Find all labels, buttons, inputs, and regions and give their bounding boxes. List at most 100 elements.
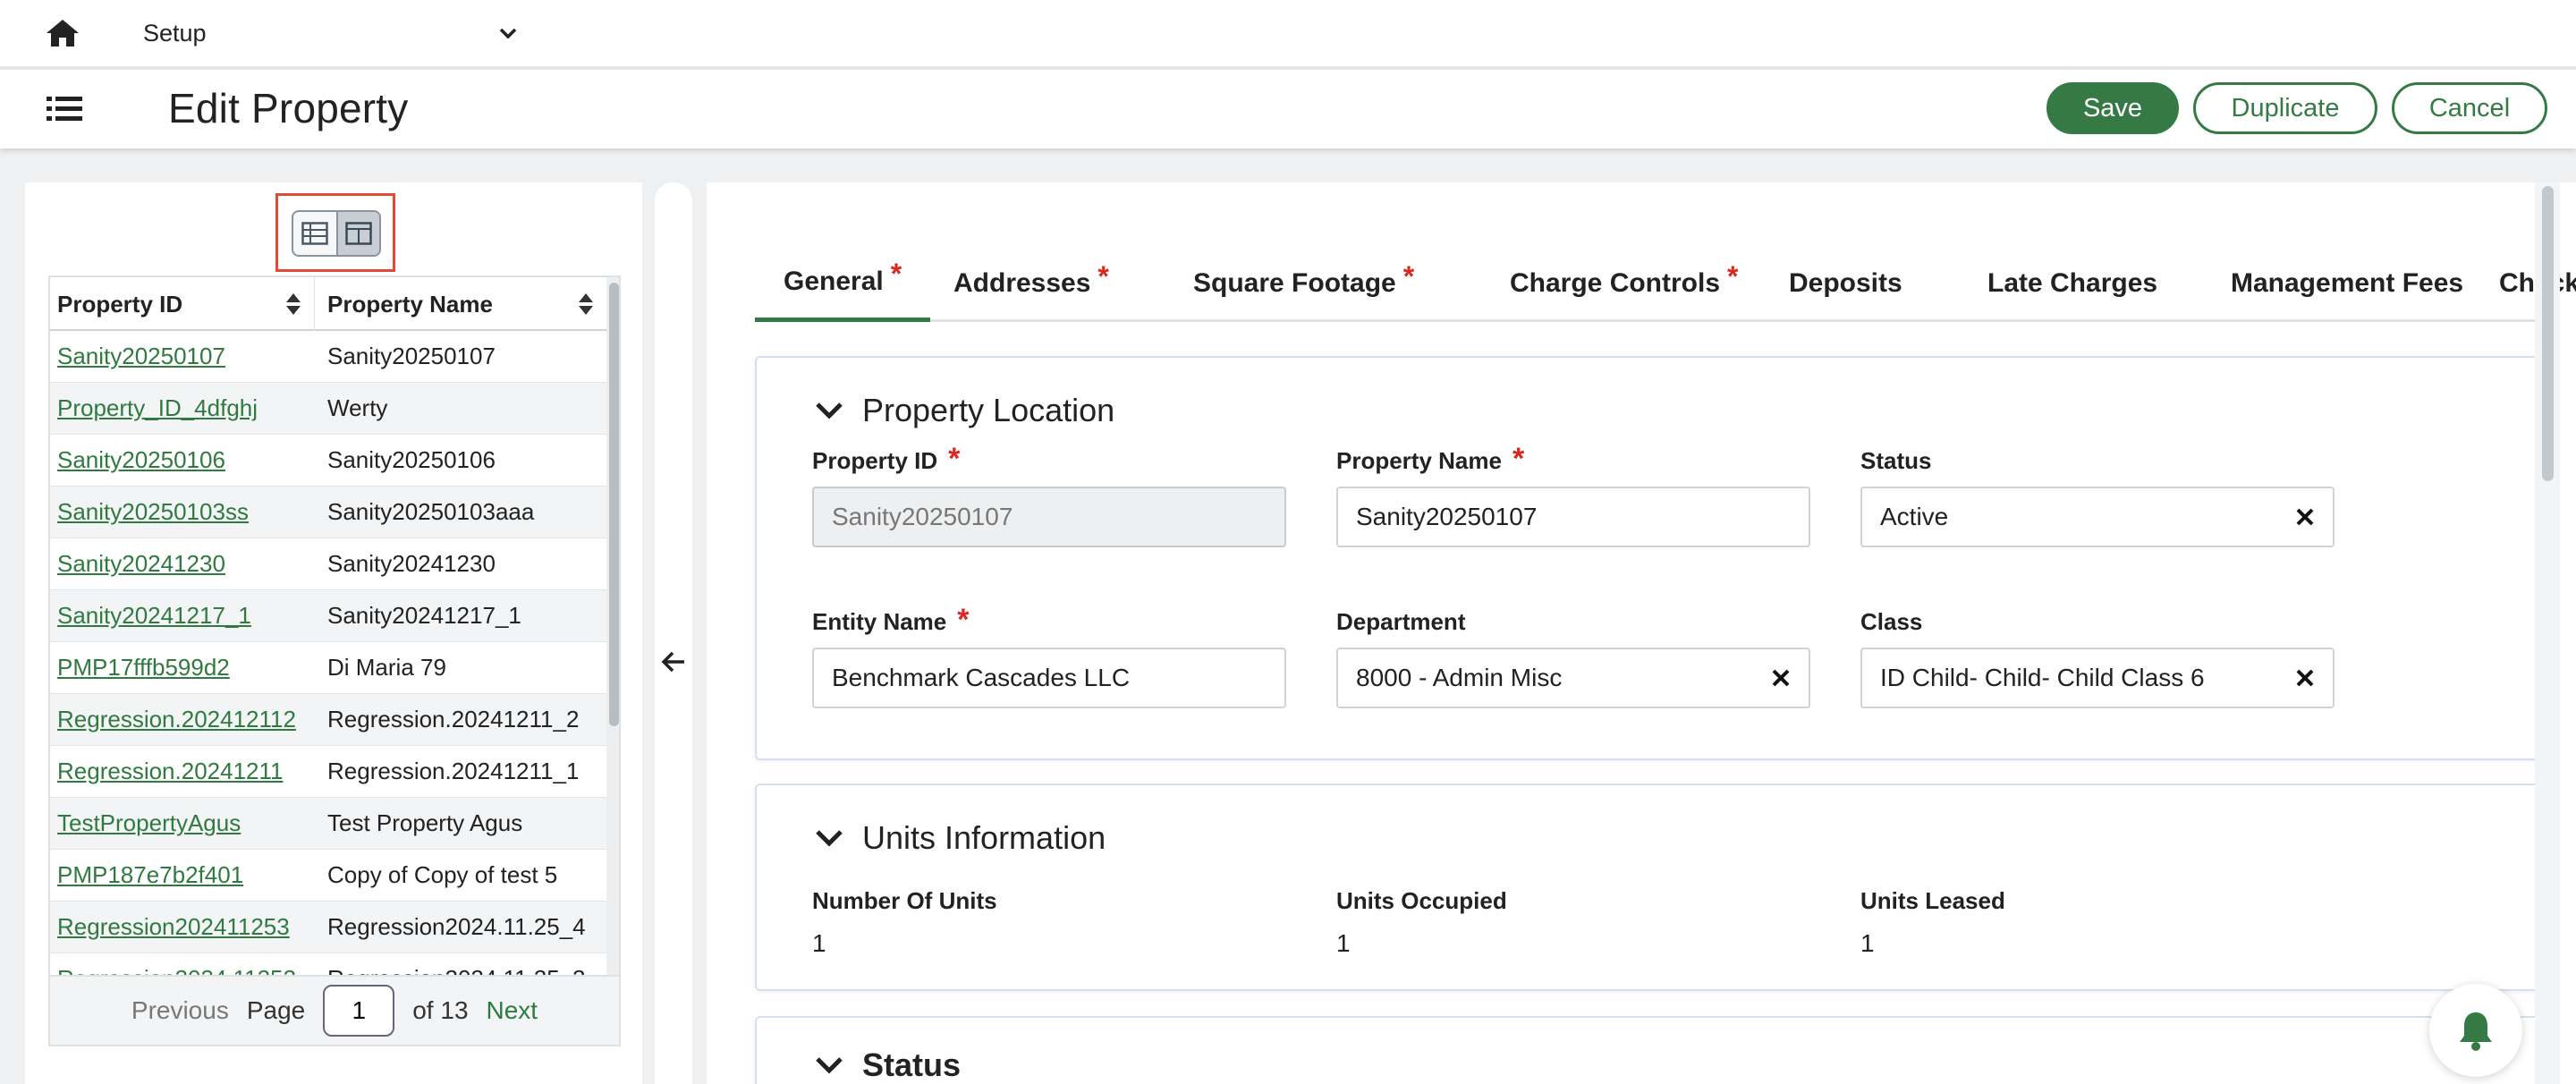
pagination: Previous Page of 13 Next [48, 977, 621, 1046]
table-row[interactable]: Regression.202412112 Regression.20241211_… [50, 694, 606, 746]
detail-scrollbar[interactable] [2535, 182, 2560, 1084]
table-row[interactable]: Regression2024.11252Regression2024.11.25… [50, 953, 606, 975]
table-row[interactable]: Sanity20241230 Sanity20241230 [50, 538, 606, 590]
section-title: Property Location [862, 392, 1115, 428]
detail-scrollbar-thumb[interactable] [2542, 186, 2554, 481]
property-name-cell: Sanity20250106 [327, 446, 496, 473]
property-name-cell: Sanity20241217_1 [327, 602, 521, 629]
top-bar: Setup [0, 0, 2576, 68]
property-id-link[interactable]: Sanity20241217_1 [50, 602, 315, 630]
tab-checklist[interactable]: Checklist [2470, 245, 2576, 322]
column-header-property-id[interactable]: Property ID [50, 277, 315, 331]
view-toggle-highlight [275, 193, 395, 272]
arrow-left-icon[interactable] [661, 649, 686, 674]
table-row[interactable]: Regression.20241211 Regression.20241211_1 [50, 746, 606, 798]
property-name-cell: Werty [327, 394, 388, 421]
table-row[interactable]: PMP187e7b2f401 Copy of Copy of test 5 [50, 850, 606, 902]
property-id-link[interactable]: Regression.20241211 [50, 758, 315, 785]
property-name-cell: Regression.20241211_2 [327, 706, 580, 733]
clear-icon[interactable] [2295, 507, 2315, 527]
status-section: Status [755, 1016, 2544, 1084]
table-row[interactable]: Property_ID_4dfghj Werty [50, 383, 606, 435]
clear-icon[interactable] [1771, 668, 1791, 688]
table-row[interactable]: Regression202411253 Regression2024.11.25_… [50, 902, 606, 953]
table-view-button[interactable] [293, 212, 336, 255]
property-name-cell: Regression2024.11.25_4 [327, 913, 586, 940]
table-row[interactable]: Sanity20250103ss Sanity20250103aaa [50, 487, 606, 538]
class-select[interactable]: ID Child- Child- Child Class 6 [1860, 648, 2334, 708]
table-row[interactable]: TestPropertyAgus Test Property Agus [50, 798, 606, 850]
section-title: Status [862, 1046, 962, 1083]
tab-deposits[interactable]: Deposits [1760, 245, 1931, 322]
tab-management-fees[interactable]: Management Fees [2202, 245, 2492, 322]
property-id-link[interactable]: Regression.202412112 [50, 706, 315, 733]
save-button[interactable]: Save [2046, 82, 2179, 134]
property-list-panel: Property ID Property Name Sanity20250107… [25, 182, 642, 1084]
property-location-toggle[interactable]: Property Location [814, 392, 1114, 429]
department-select[interactable]: 8000 - Admin Misc [1336, 648, 1810, 708]
property-name-cell: Di Maria 79 [327, 654, 446, 681]
column-header-property-name[interactable]: Property Name [315, 277, 606, 331]
department-field: Department 8000 - Admin Misc [1336, 608, 1810, 708]
class-field: Class ID Child- Child- Child Class 6 [1860, 608, 2334, 708]
grid-scrollbar[interactable] [606, 277, 619, 975]
tab-general[interactable]: General * [755, 245, 931, 322]
entity-name-field: Entity Name * Benchmark Cascades LLC [812, 603, 1286, 708]
property-name-cell: Test Property Agus [327, 809, 523, 836]
clear-icon[interactable] [2295, 668, 2315, 688]
property-id-link[interactable]: TestPropertyAgus [50, 809, 315, 837]
property-id-link[interactable]: Sanity20241230 [50, 550, 315, 578]
property-id-link[interactable]: Regression202411253 [50, 913, 315, 941]
property-id-link[interactable]: PMP17fffb599d2 [50, 654, 315, 682]
page-label: Page [246, 996, 306, 1024]
grid-body: Sanity20250107 Sanity20250107 Property_ID… [50, 331, 606, 975]
units-information-section: Units Information Number Of Units 1 Unit… [755, 783, 2544, 991]
tab-addresses[interactable]: Addresses * [925, 245, 1138, 322]
duplicate-button[interactable]: Duplicate [2193, 82, 2377, 134]
property-id-link[interactable]: Sanity20250103ss [50, 498, 315, 526]
property-name-input[interactable]: Sanity20250107 [1336, 487, 1810, 547]
module-select[interactable]: Setup [143, 13, 519, 54]
property-location-section: Property Location Property ID * Sanity202… [755, 356, 2544, 760]
split-view-button[interactable] [335, 212, 379, 255]
table-view-icon [301, 222, 328, 245]
page-number-input[interactable] [323, 985, 395, 1037]
number-of-units: Number Of Units 1 [812, 887, 997, 957]
section-title: Units Information [862, 819, 1106, 856]
notifications-button[interactable] [2429, 984, 2522, 1077]
property-name-cell: Regression.20241211_1 [327, 758, 580, 784]
property-id-link[interactable]: Property_ID_4dfghj [50, 394, 315, 422]
view-toggle [292, 210, 381, 257]
home-icon[interactable] [45, 18, 80, 48]
module-select-value: Setup [143, 19, 207, 47]
property-id-link[interactable]: PMP187e7b2f401 [50, 861, 315, 889]
tab-charge-controls[interactable]: Charge Controls * [1481, 245, 1767, 322]
list-icon[interactable] [47, 93, 82, 125]
grid-scrollbar-thumb[interactable] [609, 283, 619, 726]
property-id-link[interactable]: Regression2024.11252 [50, 965, 315, 975]
tab-square-footage[interactable]: Square Footage * [1165, 245, 1443, 322]
units-occupied: Units Occupied 1 [1336, 887, 1507, 957]
property-id-link[interactable]: Sanity20250107 [50, 343, 315, 370]
property-id-link[interactable]: Sanity20250106 [50, 446, 315, 474]
entity-name-input[interactable]: Benchmark Cascades LLC [812, 648, 1286, 708]
status-select[interactable]: Active [1860, 487, 2334, 547]
sort-icon [286, 293, 301, 315]
bell-icon [2460, 1012, 2492, 1051]
previous-page-button[interactable]: Previous [131, 996, 229, 1025]
table-row[interactable]: PMP17fffb599d2 Di Maria 79 [50, 642, 606, 694]
grid-header: Property ID Property Name [50, 277, 606, 331]
tab-late-charges[interactable]: Late Charges [1959, 245, 2186, 322]
next-page-button[interactable]: Next [487, 996, 538, 1025]
split-view-icon [345, 222, 372, 245]
status-section-toggle[interactable]: Status [814, 1046, 961, 1084]
cancel-button[interactable]: Cancel [2392, 82, 2547, 134]
table-row[interactable]: Sanity20250107 Sanity20250107 [50, 331, 606, 383]
table-row[interactable]: Sanity20241217_1 Sanity20241217_1 [50, 590, 606, 642]
property-name-cell: Sanity20250107 [327, 343, 496, 369]
property-grid: Property ID Property Name Sanity20250107… [48, 275, 621, 977]
table-row[interactable]: Sanity20250106 Sanity20250106 [50, 435, 606, 487]
property-name-cell: Regression2024.11.25_3 [315, 965, 606, 975]
units-information-toggle[interactable]: Units Information [814, 819, 1106, 857]
chevron-down-icon [816, 1057, 843, 1074]
